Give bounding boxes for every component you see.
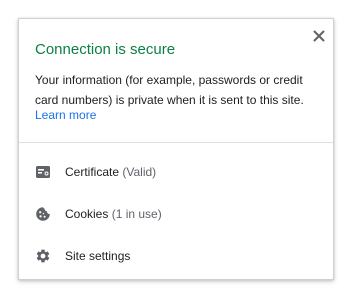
cookies-count: (1 in use)	[111, 207, 162, 221]
site-info-popup: Connection is secure Your information (f…	[18, 18, 334, 280]
close-icon	[310, 27, 328, 45]
site-settings-item[interactable]: Site settings	[19, 236, 333, 276]
cookies-label: Cookies (1 in use)	[65, 206, 162, 222]
cookie-icon	[35, 206, 51, 222]
connection-status-title: Connection is secure	[35, 41, 176, 58]
cookies-label-text: Cookies	[65, 207, 109, 221]
certificate-icon	[35, 164, 51, 180]
site-settings-label: Site settings	[65, 249, 131, 263]
cookies-item[interactable]: Cookies (1 in use)	[19, 194, 333, 234]
certificate-label-text: Certificate	[65, 165, 120, 179]
learn-more-link[interactable]: Learn more	[35, 108, 96, 122]
certificate-status: (Valid)	[122, 165, 157, 179]
gear-icon	[35, 248, 51, 264]
divider	[19, 142, 333, 143]
connection-description: Your information (for example, passwords…	[35, 73, 304, 107]
certificate-item[interactable]: Certificate (Valid)	[19, 152, 333, 192]
certificate-label: Certificate (Valid)	[65, 164, 156, 180]
close-button[interactable]	[310, 27, 328, 45]
